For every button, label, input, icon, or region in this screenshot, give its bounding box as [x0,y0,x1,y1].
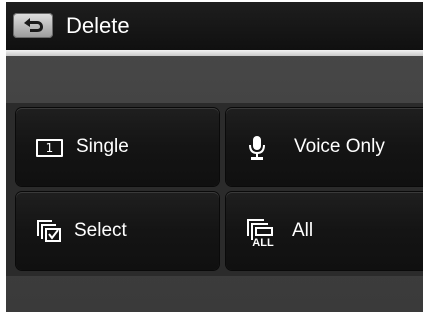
back-button[interactable] [13,13,53,38]
all-frames-icon: ALL [247,219,274,248]
header-bar: Delete [6,2,423,50]
microphone-icon [249,136,265,160]
voice-only-button[interactable]: Voice Only [226,108,423,186]
single-button[interactable]: 1 Single [16,108,219,186]
select-checkbox-icon [37,220,61,242]
single-label: Single [76,136,129,157]
single-frame-icon: 1 [36,139,63,157]
all-button[interactable]: ALL All [226,192,423,270]
all-label: All [292,220,314,241]
svg-text:ALL: ALL [252,237,274,248]
select-label: Select [74,220,127,241]
back-arrow-icon [24,18,43,32]
select-button[interactable]: Select [16,192,219,270]
voice-only-label: Voice Only [294,136,385,157]
header-divider [6,50,423,56]
camera-screen: Delete 1 Single Voice Only Select ALL Al… [6,2,423,312]
page-title: Delete [66,13,130,38]
